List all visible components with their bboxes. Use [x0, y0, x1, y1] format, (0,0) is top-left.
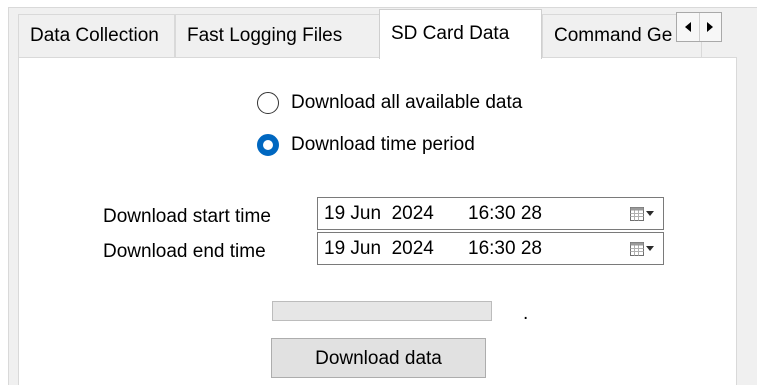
tab-scroll-right-button[interactable]: [698, 13, 722, 41]
start-time-label: Download start time: [103, 206, 271, 227]
tab-strip: Data Collection Fast Logging Files SD Ca…: [18, 9, 730, 59]
calendar-dropdown-icon[interactable]: [629, 241, 655, 257]
radio-button-unchecked[interactable]: [257, 92, 279, 114]
tab-scroll-buttons: [676, 12, 722, 42]
start-time-picker[interactable]: 19 Jun 2024 16:30 28: [317, 197, 664, 230]
triangle-right-icon: [707, 22, 714, 32]
start-date-value[interactable]: 19 Jun 2024: [324, 198, 434, 229]
tab-data-collection[interactable]: Data Collection: [18, 14, 175, 57]
triangle-left-icon: [684, 22, 691, 32]
end-time-value[interactable]: 16:30 28: [468, 233, 542, 264]
tab-scroll-left-button[interactable]: [677, 13, 699, 41]
end-time-picker[interactable]: 19 Jun 2024 16:30 28: [317, 232, 664, 265]
end-date-value[interactable]: 19 Jun 2024: [324, 233, 434, 264]
calendar-dropdown-icon[interactable]: [629, 206, 655, 222]
radio-download-time-period-label: Download time period: [291, 134, 475, 155]
radio-button-checked[interactable]: [257, 134, 279, 156]
radio-download-time-period[interactable]: Download time period: [257, 134, 475, 156]
tab-sd-card-data[interactable]: SD Card Data: [379, 9, 542, 59]
start-time-value[interactable]: 16:30 28: [468, 198, 542, 229]
sd-card-data-panel: Download all available data Download tim…: [18, 57, 737, 385]
radio-download-all[interactable]: Download all available data: [257, 92, 522, 114]
download-data-button[interactable]: Download data: [271, 338, 486, 378]
radio-download-all-label: Download all available data: [291, 92, 523, 113]
download-progress-bar: [272, 301, 492, 321]
tab-fast-logging-files[interactable]: Fast Logging Files: [175, 14, 382, 57]
end-time-label: Download end time: [103, 241, 266, 262]
download-status-text: .: [523, 303, 529, 324]
